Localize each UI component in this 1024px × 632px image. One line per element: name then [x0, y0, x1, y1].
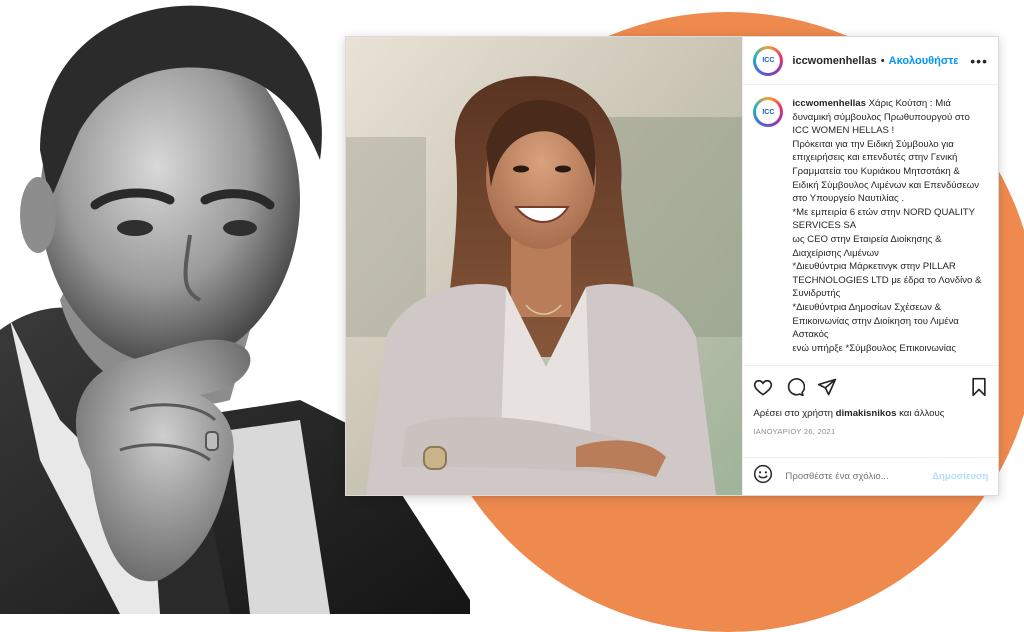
likes-suffix[interactable]: και άλλους	[899, 408, 944, 419]
emoji-icon[interactable]	[753, 464, 773, 489]
publish-button[interactable]: Δημοσίευση	[932, 471, 988, 482]
avatar-logo-text: ICC	[756, 48, 781, 73]
share-icon[interactable]	[817, 377, 837, 397]
caption-text: Χάρις Κούτση : Μιά δυναμική σύμβουλος Πρ…	[792, 98, 982, 354]
caption-body: iccwomenhellas Χάρις Κούτση : Μιά δυναμι…	[792, 97, 988, 365]
post-date[interactable]: ΙΑΝΟΥΑΡΙΟΥ 26, 2021	[753, 427, 988, 436]
caption-avatar[interactable]: ICC	[753, 97, 784, 127]
post-photo[interactable]	[346, 37, 743, 495]
account-avatar[interactable]: ICC	[753, 45, 784, 76]
heart-icon[interactable]	[753, 377, 773, 397]
post-caption: ICC iccwomenhellas Χάρις Κούτση : Μιά δυ…	[743, 85, 998, 365]
caption-username[interactable]: iccwomenhellas	[792, 98, 866, 109]
username-link[interactable]: iccwomenhellas	[792, 55, 876, 67]
more-options-icon[interactable]: •••	[970, 53, 988, 69]
instagram-post-card: ICC iccwomenhellas • Ακολουθήστε ••• ICC…	[345, 36, 999, 496]
bookmark-icon[interactable]	[970, 377, 988, 397]
action-icons-row	[753, 376, 988, 398]
comment-icon[interactable]	[785, 377, 806, 397]
likes-line: Αρέσει στο χρήστη dimakisnikos και άλλου…	[753, 408, 988, 419]
likes-username[interactable]: dimakisnikos	[836, 408, 897, 419]
comment-input[interactable]	[783, 470, 933, 483]
caption-avatar-logo-text: ICC	[756, 100, 781, 124]
separator-dot: •	[880, 54, 885, 67]
comment-bar: Δημοσίευση	[743, 457, 999, 495]
follow-button[interactable]: Ακολουθήστε	[889, 55, 959, 67]
post-sidebar: ICC iccwomenhellas • Ακολουθήστε ••• ICC…	[742, 37, 999, 495]
likes-prefix: Αρέσει στο χρήστη	[753, 408, 833, 419]
post-header: ICC iccwomenhellas • Ακολουθήστε •••	[743, 37, 998, 85]
